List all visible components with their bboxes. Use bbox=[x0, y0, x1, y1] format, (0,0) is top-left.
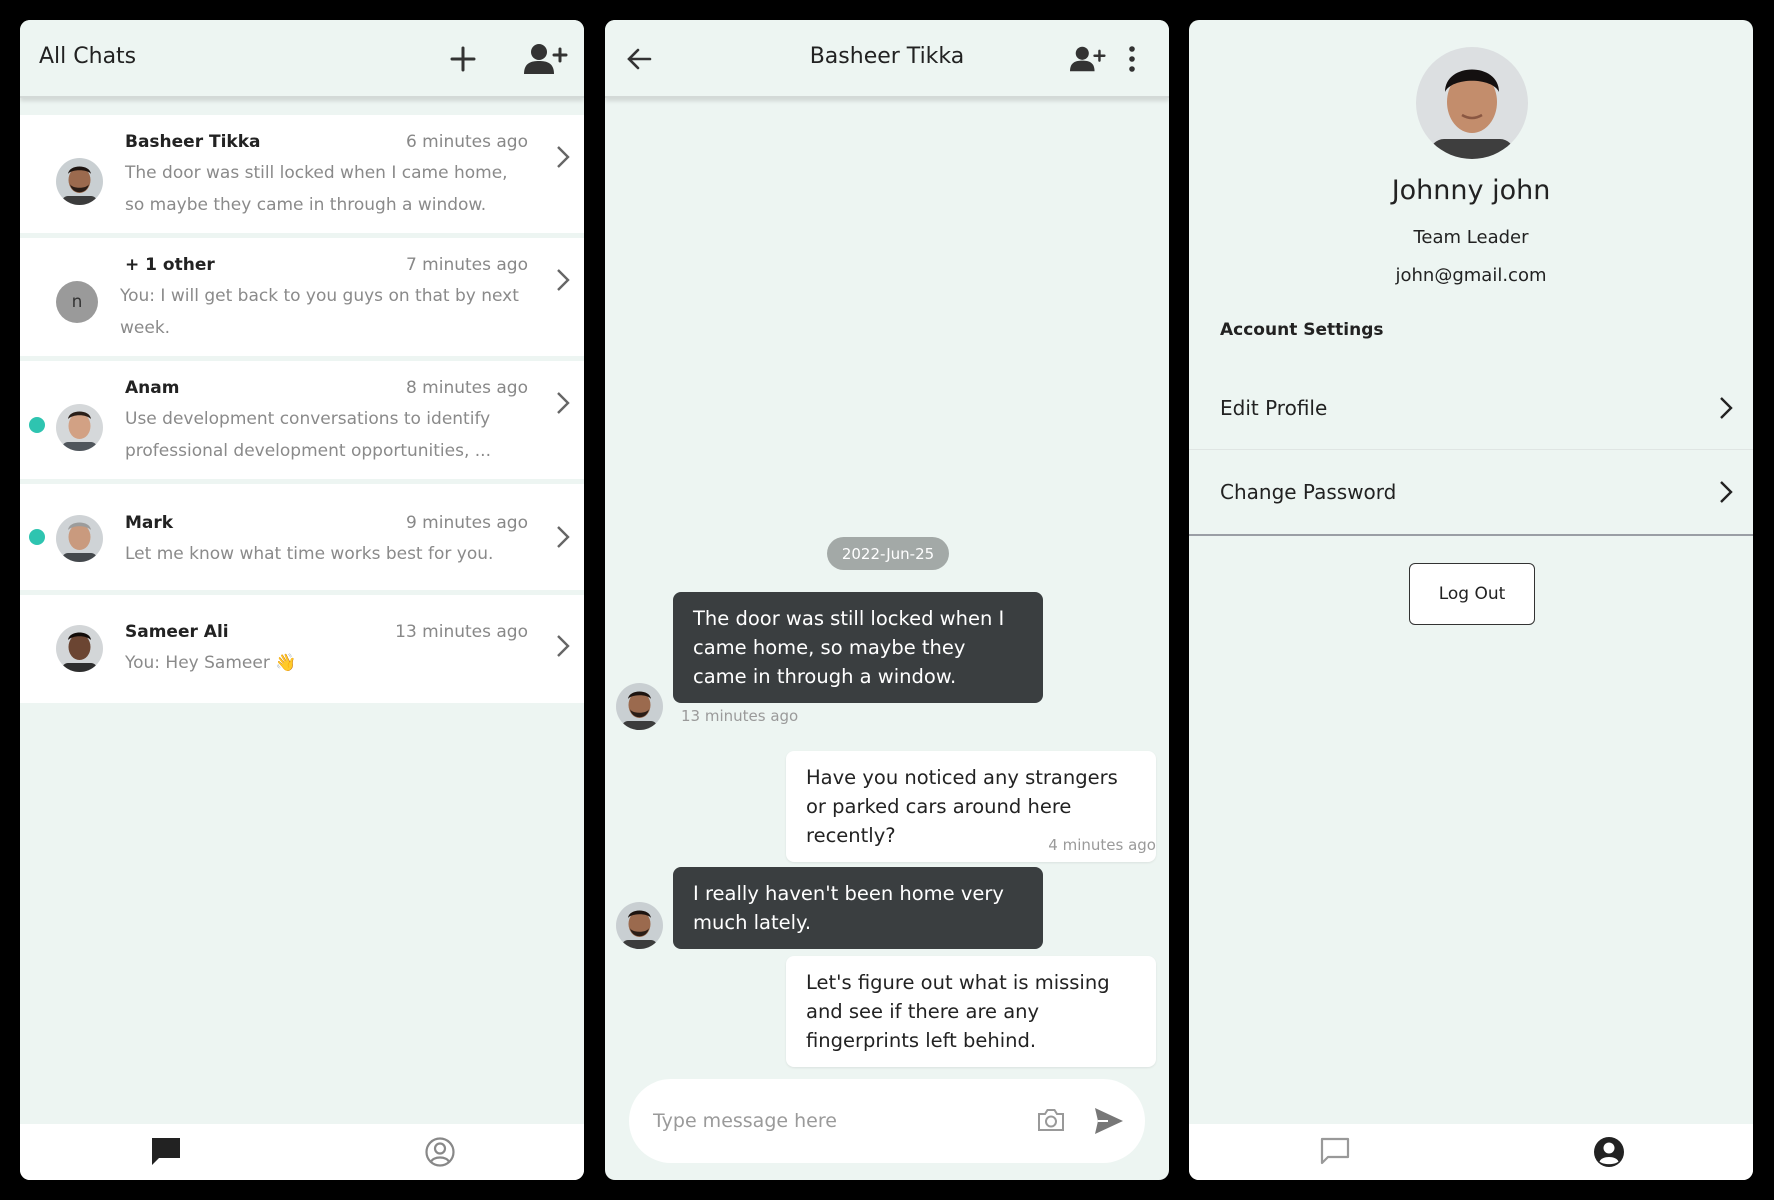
bottom-nav bbox=[1189, 1124, 1753, 1180]
chat-item-anam[interactable]: Anam 8 minutes ago Use development conve… bbox=[20, 361, 584, 479]
avatar bbox=[616, 683, 663, 730]
setting-label: Change Password bbox=[1220, 480, 1397, 504]
divider bbox=[1189, 534, 1753, 536]
chats-header: All Chats bbox=[20, 20, 584, 98]
chat-name: Sameer Ali bbox=[125, 622, 229, 642]
chat-bubble-outline-icon[interactable] bbox=[1319, 1136, 1351, 1170]
message-bubble-incoming: I really haven't been home very much lat… bbox=[673, 867, 1043, 949]
profile-role: Team Leader bbox=[1413, 227, 1529, 248]
chat-name: Basheer Tikka bbox=[125, 132, 261, 152]
camera-icon[interactable] bbox=[1035, 1105, 1067, 1135]
chat-time: 8 minutes ago bbox=[405, 378, 528, 398]
chat-name: + 1 other bbox=[125, 255, 215, 275]
user-plus-icon[interactable] bbox=[1069, 44, 1107, 74]
profile-name: Johnny john bbox=[1391, 175, 1551, 206]
chat-preview: You: Hey Sameer 👋 bbox=[125, 653, 297, 673]
chevron-right-icon bbox=[556, 525, 570, 553]
chevron-right-icon bbox=[556, 145, 570, 173]
conversation-header: Basheer Tikka bbox=[605, 20, 1169, 98]
profile-email: john@gmail.com bbox=[1395, 265, 1547, 286]
setting-label: Edit Profile bbox=[1220, 396, 1328, 420]
chat-name: Mark bbox=[125, 513, 174, 533]
chat-item-group[interactable]: n + 1 other 7 minutes ago You: I will ge… bbox=[20, 238, 584, 356]
chevron-right-icon bbox=[556, 268, 570, 296]
chat-bubble-icon[interactable] bbox=[150, 1136, 182, 1170]
chevron-right-icon bbox=[556, 634, 570, 662]
plus-icon[interactable] bbox=[448, 44, 478, 74]
account-circle-filled-icon[interactable] bbox=[1593, 1136, 1625, 1172]
chats-panel: All Chats Basheer Tikka 6 minutes ago Th… bbox=[20, 20, 584, 1180]
message-composer bbox=[629, 1079, 1145, 1163]
avatar bbox=[56, 515, 103, 562]
chevron-right-icon bbox=[1719, 396, 1733, 424]
online-indicator bbox=[29, 417, 45, 433]
chat-time: 7 minutes ago bbox=[405, 255, 528, 275]
message-time: 4 minutes ago bbox=[1048, 836, 1156, 854]
message-input[interactable] bbox=[653, 1104, 1013, 1138]
chat-preview: Let me know what time works best for you… bbox=[125, 544, 494, 564]
message-bubble-incoming: The door was still locked when I came ho… bbox=[673, 592, 1043, 703]
change-password-row[interactable]: Change Password bbox=[1189, 452, 1753, 534]
chat-time: 13 minutes ago bbox=[395, 622, 528, 642]
chat-preview: The door was still locked when I came ho… bbox=[125, 163, 508, 215]
avatar bbox=[616, 902, 663, 949]
account-settings-heading: Account Settings bbox=[1220, 320, 1384, 340]
message-time: 13 minutes ago bbox=[681, 707, 799, 725]
conversation-panel: Basheer Tikka 2022-Jun-25 The door was s… bbox=[605, 20, 1169, 1180]
message-bubble-outgoing: Let's figure out what is missing and see… bbox=[786, 956, 1156, 1067]
log-out-button[interactable]: Log Out bbox=[1409, 563, 1535, 625]
chat-name: Anam bbox=[125, 378, 180, 398]
avatar bbox=[56, 625, 103, 672]
chat-item-mark[interactable]: Mark 9 minutes ago Let me know what time… bbox=[20, 484, 584, 590]
send-icon[interactable] bbox=[1092, 1105, 1126, 1137]
chevron-right-icon bbox=[1719, 480, 1733, 508]
profile-panel: Johnny john Team Leader john@gmail.com A… bbox=[1189, 20, 1753, 1180]
chat-item-sameer-ali[interactable]: Sameer Ali 13 minutes ago You: Hey Samee… bbox=[20, 595, 584, 703]
avatar bbox=[56, 404, 103, 451]
chat-item-basheer-tikka[interactable]: Basheer Tikka 6 minutes ago The door was… bbox=[20, 115, 584, 233]
chat-preview: You: I will get back to you guys on that… bbox=[120, 286, 519, 338]
avatar bbox=[56, 158, 103, 205]
page-title: All Chats bbox=[39, 44, 137, 69]
chevron-right-icon bbox=[556, 391, 570, 419]
account-circle-icon[interactable] bbox=[424, 1136, 456, 1172]
profile-avatar bbox=[1416, 47, 1528, 159]
bottom-nav bbox=[20, 1124, 584, 1180]
edit-profile-row[interactable]: Edit Profile bbox=[1189, 368, 1753, 450]
chat-preview: Use development conversations to identif… bbox=[125, 409, 491, 461]
more-vertical-icon[interactable] bbox=[1125, 44, 1139, 74]
online-indicator bbox=[29, 529, 45, 545]
chat-time: 6 minutes ago bbox=[405, 132, 528, 152]
date-separator: 2022-Jun-25 bbox=[827, 537, 949, 570]
chat-time: 9 minutes ago bbox=[405, 513, 528, 533]
avatar: n bbox=[56, 281, 98, 323]
user-plus-icon[interactable] bbox=[524, 42, 568, 76]
